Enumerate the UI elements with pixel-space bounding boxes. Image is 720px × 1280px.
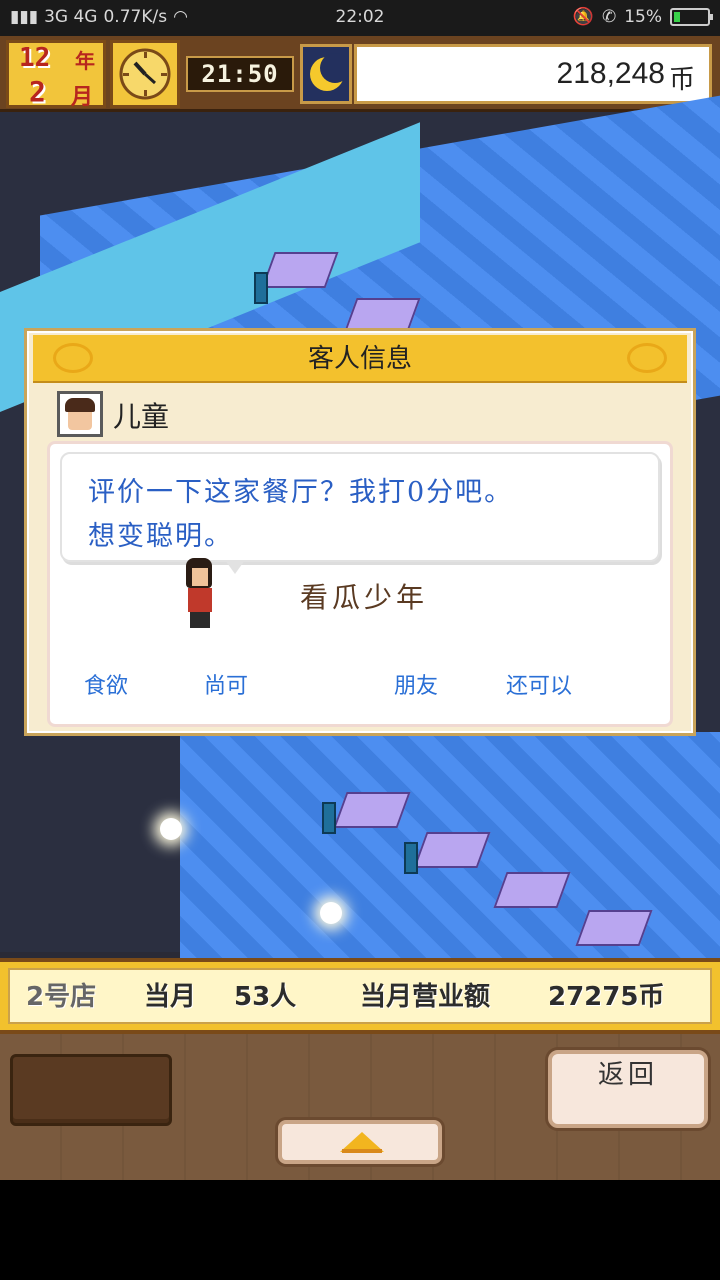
status-bar: ▮▮▮ 3G 4G 0.77K/s ◠ 22:02 🔕 ✆ 15% xyxy=(0,0,720,36)
customer-type: 儿童 xyxy=(113,400,170,433)
money-unit: 币 xyxy=(668,65,695,95)
battery-icon xyxy=(670,8,713,26)
year-unit: 年 xyxy=(75,49,95,73)
speech-bubble: 评价一下这家餐厅？我打0分吧。 想变聪明。 xyxy=(60,452,660,562)
attribute-value: 还可以 xyxy=(506,674,573,699)
customer-avatar xyxy=(57,391,103,437)
menu-slot-button[interactable] xyxy=(10,1054,172,1126)
attribute-label: 食欲 xyxy=(84,674,129,699)
game-viewport: 12 年 2 月 21:50 218,248 币 客人信息 儿童 评价一下这家餐… xyxy=(0,36,720,1180)
dining-table[interactable] xyxy=(261,252,339,288)
customer-count: 53人 xyxy=(234,982,297,1012)
expand-up-button[interactable] xyxy=(278,1120,442,1164)
money-display: 218,248 币 xyxy=(354,44,712,104)
date-display: 12 年 2 月 xyxy=(6,40,106,110)
customer-detail-panel: 评价一下这家餐厅？我打0分吧。 想变聪明。 看瓜少年 食欲 尚可 朋友 还可以 xyxy=(47,441,673,727)
customer-sprite xyxy=(180,558,220,630)
dialog-header: 客人信息 xyxy=(33,335,687,383)
month-unit: 月 xyxy=(71,85,94,110)
customer-info-dialog: 客人信息 儿童 评价一下这家餐厅？我打0分吧。 想变聪明。 看瓜少年 食欲 尚可… xyxy=(24,328,696,736)
dining-table[interactable] xyxy=(575,910,653,946)
month-value: 2 xyxy=(29,75,46,108)
chair xyxy=(322,802,336,834)
ornament-icon xyxy=(627,343,667,373)
back-button[interactable]: 返回 xyxy=(548,1050,708,1128)
comment-line-2: 想变聪明。 xyxy=(88,521,233,552)
customer-nickname: 看瓜少年 xyxy=(300,581,429,614)
shop-name: 2号店 xyxy=(26,982,97,1012)
mute-icon: 🔕 xyxy=(572,7,594,27)
chair xyxy=(254,272,268,304)
nav-area xyxy=(0,1180,720,1280)
chair xyxy=(404,842,418,874)
revenue-label: 当月营业额 xyxy=(360,982,491,1012)
street-lamp xyxy=(160,818,182,840)
attribute-label: 朋友 xyxy=(394,674,439,699)
top-hud: 12 年 2 月 21:50 218,248 币 xyxy=(0,36,720,112)
street-lamp xyxy=(320,902,342,924)
dining-table[interactable] xyxy=(493,872,571,908)
revenue-value: 27275币 xyxy=(548,982,665,1012)
year-value: 12 xyxy=(19,43,51,73)
hd-call-icon: ✆ xyxy=(601,7,617,27)
battery-percent: 15% xyxy=(624,7,662,27)
moon-icon xyxy=(300,44,352,104)
shop-stats-bar: 2号店 当月 53人 当月营业额 27275币 xyxy=(0,958,720,1034)
ornament-icon xyxy=(53,343,93,373)
attribute-value: 尚可 xyxy=(204,674,249,699)
game-time: 21:50 xyxy=(186,56,294,92)
month-label: 当月 xyxy=(144,982,197,1012)
money-amount: 218,248 xyxy=(556,57,665,90)
dialog-title: 客人信息 xyxy=(307,344,412,374)
clock-icon xyxy=(110,40,180,108)
speech-bubble-tail xyxy=(225,560,245,574)
dining-table[interactable] xyxy=(413,832,491,868)
comment-line-1: 评价一下这家餐厅？我打0分吧。 xyxy=(88,477,514,508)
dining-table[interactable] xyxy=(333,792,411,828)
bottom-panel: 返回 xyxy=(0,1034,720,1180)
